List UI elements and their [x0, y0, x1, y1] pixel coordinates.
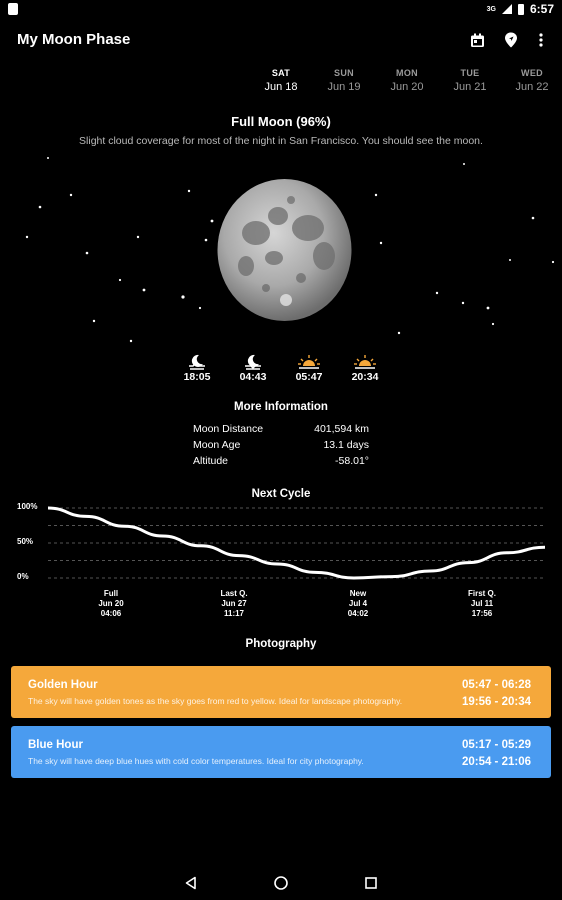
card-title: Golden Hour [28, 679, 98, 691]
phase-label-name: First Q. [468, 589, 496, 598]
card-title: Blue Hour [28, 739, 83, 751]
day-name: SUN [334, 68, 354, 78]
more-vert-icon[interactable] [531, 30, 551, 50]
moonset-item: 04:43 [233, 350, 273, 383]
moonset-icon [233, 350, 273, 370]
sunrise-time: 05:47 [295, 371, 323, 383]
phase-label-name: New [350, 589, 367, 598]
network-type: 3G [486, 5, 496, 13]
card-morning-time: 05:17 - 05:29 [461, 739, 531, 751]
moonset-time: 04:43 [239, 371, 267, 383]
card-description: The sky will have golden tones as the sk… [28, 696, 403, 706]
moonrise-time: 18:05 [183, 371, 211, 383]
day-date: Jun 18 [264, 81, 298, 93]
day-name: SAT [271, 68, 291, 78]
phase-label-date: Jun 27 [221, 599, 247, 608]
more-info-title: More Information [234, 401, 328, 413]
day-tab-tue[interactable]: TUE Jun 21 [440, 68, 500, 93]
card-evening-time: 19:56 - 20:34 [461, 696, 531, 708]
battery-icon [517, 3, 524, 15]
sunset-icon [345, 350, 385, 370]
y-tick-0: 0% [17, 572, 29, 581]
calendar-icon[interactable] [467, 30, 487, 50]
info-label: Moon Age [193, 439, 241, 451]
day-tab-mon[interactable]: MON Jun 20 [377, 68, 437, 93]
day-name: MON [396, 68, 418, 78]
photography-title: Photography [245, 638, 317, 650]
phase-label-time: 11:17 [224, 609, 245, 618]
location-pin-icon[interactable] [501, 30, 521, 50]
info-value: 13.1 days [323, 439, 369, 451]
moon-image [217, 179, 352, 321]
signal-icon [501, 4, 512, 14]
phase-label-date: Jul 4 [349, 599, 368, 608]
phase-label-date: Jul 11 [471, 599, 494, 608]
day-date: Jun 20 [390, 81, 424, 93]
back-icon[interactable] [180, 872, 202, 894]
phase-label-time: 17:56 [472, 609, 493, 618]
day-name: WED [521, 68, 543, 78]
phase-label-time: 04:02 [348, 609, 369, 618]
day-date: Jun 19 [327, 81, 361, 93]
info-value: -58.01° [335, 455, 369, 467]
status-bar: 3G 6:57 [0, 0, 562, 18]
day-name: TUE [460, 68, 480, 78]
info-label: Altitude [193, 455, 229, 467]
phase-description: Slight cloud coverage for most of the ni… [79, 135, 483, 147]
y-tick-100: 100% [17, 502, 37, 511]
day-date: Jun 22 [515, 81, 549, 93]
card-morning-time: 05:47 - 06:28 [461, 679, 531, 691]
phase-label-date: Jun 20 [98, 599, 124, 608]
y-tick-50: 50% [17, 537, 33, 546]
moonrise-icon [177, 350, 217, 370]
card-evening-time: 20:54 - 21:06 [461, 756, 531, 768]
phase-title: Full Moon (96%) [231, 114, 331, 129]
sunset-time: 20:34 [351, 371, 379, 383]
status-right: 3G 6:57 [487, 2, 554, 16]
day-tab-sun[interactable]: SUN Jun 19 [314, 68, 374, 93]
card-description: The sky will have deep blue hues with co… [28, 756, 364, 766]
info-row-distance: Moon Distance 401,594 km [193, 423, 369, 435]
clock: 6:57 [529, 2, 554, 16]
phase-label-name: Full [104, 589, 118, 598]
recents-icon[interactable] [360, 872, 382, 894]
moonrise-item: 18:05 [177, 350, 217, 383]
sunrise-item: 05:47 [289, 350, 329, 383]
info-label: Moon Distance [193, 423, 264, 435]
phase-label-time: 04:06 [101, 609, 122, 618]
info-row-altitude: Altitude -58.01° [193, 455, 369, 467]
info-row-age: Moon Age 13.1 days [193, 439, 369, 451]
sunset-item: 20:34 [345, 350, 385, 383]
phase-label-name: Last Q. [220, 589, 247, 598]
sd-card-icon [8, 3, 18, 15]
golden-hour-card[interactable]: Golden Hour The sky will have golden ton… [11, 666, 551, 718]
next-cycle-chart: 100% 50% 0% Full Jun 20 04:06 Last Q. Ju… [17, 502, 546, 618]
home-icon[interactable] [270, 872, 292, 894]
day-tab-sat[interactable]: SAT Jun 18 [251, 68, 311, 93]
app-title: My Moon Phase [17, 31, 131, 48]
sunrise-icon [289, 350, 329, 370]
day-date: Jun 21 [453, 81, 487, 93]
navigation-bar [0, 864, 562, 900]
day-tab-wed[interactable]: WED Jun 22 [502, 68, 562, 93]
blue-hour-card[interactable]: Blue Hour The sky will have deep blue hu… [11, 726, 551, 778]
info-value: 401,594 km [314, 423, 369, 435]
